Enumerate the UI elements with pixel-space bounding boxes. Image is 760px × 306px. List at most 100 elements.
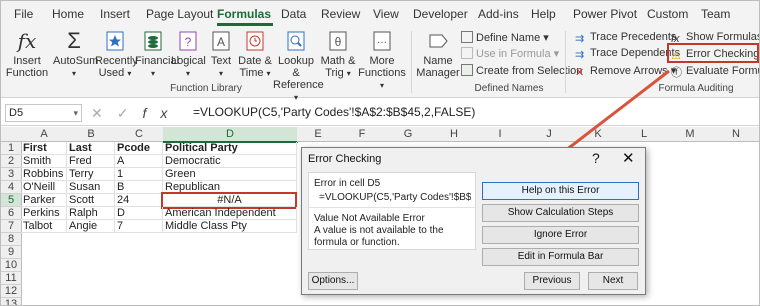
autosum-button[interactable]: Σ AutoSum ▾ [53, 29, 98, 80]
cell-b2[interactable]: Fred [67, 155, 115, 168]
column-header[interactable]: G [385, 127, 432, 142]
row-header[interactable]: 11 [1, 272, 22, 285]
cell-c4[interactable]: B [115, 181, 163, 194]
cell-c5[interactable]: 24 [115, 194, 163, 207]
help-on-error-button[interactable]: Help on this Error [482, 182, 639, 200]
cell-c6[interactable]: D [115, 207, 163, 220]
tab-review[interactable]: Review [321, 7, 360, 21]
row-header[interactable]: 12 [1, 285, 22, 298]
tab-help[interactable]: Help [531, 7, 556, 21]
tab-data[interactable]: Data [281, 7, 306, 21]
show-calculation-steps-button[interactable]: Show Calculation Steps [482, 204, 639, 222]
tab-page-layout[interactable]: Page Layout [146, 7, 213, 21]
more-functions-button[interactable]: ··· More Functions ▾ [357, 29, 407, 92]
tab-developer[interactable]: Developer [413, 7, 468, 21]
column-header[interactable]: A [21, 127, 68, 142]
cell-c1[interactable]: Pcode [115, 142, 163, 155]
row-header[interactable]: 1 [1, 142, 22, 155]
cell-c3[interactable]: 1 [115, 168, 163, 181]
name-manager-button[interactable]: Name Manager [415, 29, 461, 79]
next-button[interactable]: Next [588, 272, 638, 290]
row-header[interactable]: 9 [1, 246, 22, 259]
row-header[interactable]: 3 [1, 168, 22, 181]
recently-used-button[interactable]: Recently Used ▾ [95, 29, 138, 80]
chevron-down-icon[interactable]: ▾ [73, 105, 78, 121]
trace-dependents-button[interactable]: ⇉ Trace Dependents [575, 47, 680, 61]
column-header[interactable]: I [477, 127, 524, 142]
row-header[interactable]: 13 [1, 298, 22, 305]
tab-view[interactable]: View [373, 7, 399, 21]
tab-power-pivot[interactable]: Power Pivot [573, 7, 637, 21]
options-button[interactable]: Options... [308, 272, 358, 290]
date-time-button[interactable]: Date & Time ▾ [237, 29, 273, 80]
use-in-formula-button[interactable]: Use in Formula ▾ [461, 47, 559, 60]
tab-file[interactable]: File [14, 7, 33, 21]
enter-icon[interactable]: ✓ [117, 105, 143, 121]
trace-precedents-button[interactable]: ⇉ Trace Precedents [575, 31, 676, 45]
tab-team[interactable]: Team [701, 7, 730, 21]
ignore-error-button[interactable]: Ignore Error [482, 226, 639, 244]
define-name-button[interactable]: Define Name ▾ [461, 31, 549, 44]
cell-b1[interactable]: Last [67, 142, 115, 155]
column-header[interactable]: L [621, 127, 668, 142]
column-header[interactable]: H [431, 127, 478, 142]
cell-a7[interactable]: Talbot [21, 220, 67, 233]
tab-formulas[interactable]: Formulas [217, 7, 271, 21]
insert-function-button[interactable]: fx Insert Function [5, 29, 49, 79]
column-header[interactable]: C [115, 127, 164, 142]
row-header[interactable]: 6 [1, 207, 22, 220]
row-header[interactable]: 7 [1, 220, 22, 233]
cell-c2[interactable]: A [115, 155, 163, 168]
formula-input[interactable]: =VLOOKUP(C5,'Party Codes'!$A$2:$B$45,2,F… [193, 105, 475, 119]
row-header[interactable]: 2 [1, 155, 22, 168]
column-header[interactable]: J [523, 127, 576, 142]
cell-a2[interactable]: Smith [21, 155, 67, 168]
row-header[interactable]: 10 [1, 259, 22, 272]
name-box[interactable]: D5 ▾ [5, 104, 82, 122]
cell-d3[interactable]: Green [163, 168, 297, 181]
column-header[interactable]: N [713, 127, 759, 142]
cell-b5[interactable]: Scott [67, 194, 115, 207]
evaluate-formula-button[interactable]: ⓕ Evaluate Formula [671, 64, 759, 79]
cell-d6[interactable]: American Independent [163, 207, 297, 220]
cell-a1[interactable]: First [21, 142, 67, 155]
remove-arrows-button[interactable]: ✕ Remove Arrows ▾ [575, 64, 676, 79]
cancel-icon[interactable]: ✕ [91, 105, 117, 121]
column-header[interactable]: F [339, 127, 386, 142]
fx-icon[interactable]: fx [142, 105, 181, 121]
cell-a3[interactable]: Robbins [21, 168, 67, 181]
cell-d1[interactable]: Political Party [163, 142, 297, 155]
help-icon[interactable]: ? [592, 150, 600, 166]
row-header[interactable]: 4 [1, 181, 22, 194]
cell-b7[interactable]: Angie [67, 220, 115, 233]
close-icon[interactable]: ✕ [622, 149, 635, 167]
cell-b3[interactable]: Terry [67, 168, 115, 181]
logical-button[interactable]: ? Logical ▾ [171, 29, 206, 80]
column-header[interactable]: B [67, 127, 116, 142]
cell-c7[interactable]: 7 [115, 220, 163, 233]
tab-home[interactable]: Home [52, 7, 84, 21]
math-trig-button[interactable]: θ Math & Trig ▾ [319, 29, 357, 80]
cell-a4[interactable]: O'Neill [21, 181, 67, 194]
cell-b4[interactable]: Susan [67, 181, 115, 194]
cell-a6[interactable]: Perkins [21, 207, 67, 220]
cell-b6[interactable]: Ralph [67, 207, 115, 220]
lookup-reference-button[interactable]: Lookup & Reference ▾ [273, 29, 324, 104]
row-header[interactable]: 5 [1, 194, 22, 207]
cell-d7[interactable]: Middle Class Pty [163, 220, 297, 233]
previous-button[interactable]: Previous [524, 272, 580, 290]
column-header[interactable]: K [575, 127, 622, 142]
financial-button[interactable]: Financial ▾ [135, 29, 179, 80]
select-all-corner[interactable] [1, 127, 22, 142]
cell-d2[interactable]: Democratic [163, 155, 297, 168]
tab-add-ins[interactable]: Add-ins [478, 7, 519, 21]
column-header[interactable]: M [667, 127, 714, 142]
tab-insert[interactable]: Insert [100, 7, 130, 21]
row-header[interactable]: 8 [1, 233, 22, 246]
cell-a5[interactable]: Parker [21, 194, 67, 207]
column-header[interactable]: E [297, 127, 340, 142]
tab-custom[interactable]: Custom [647, 7, 688, 21]
edit-in-formula-bar-button[interactable]: Edit in Formula Bar [482, 248, 639, 266]
text-button[interactable]: A Text ▾ [205, 29, 237, 80]
column-header[interactable]: D [163, 127, 298, 143]
